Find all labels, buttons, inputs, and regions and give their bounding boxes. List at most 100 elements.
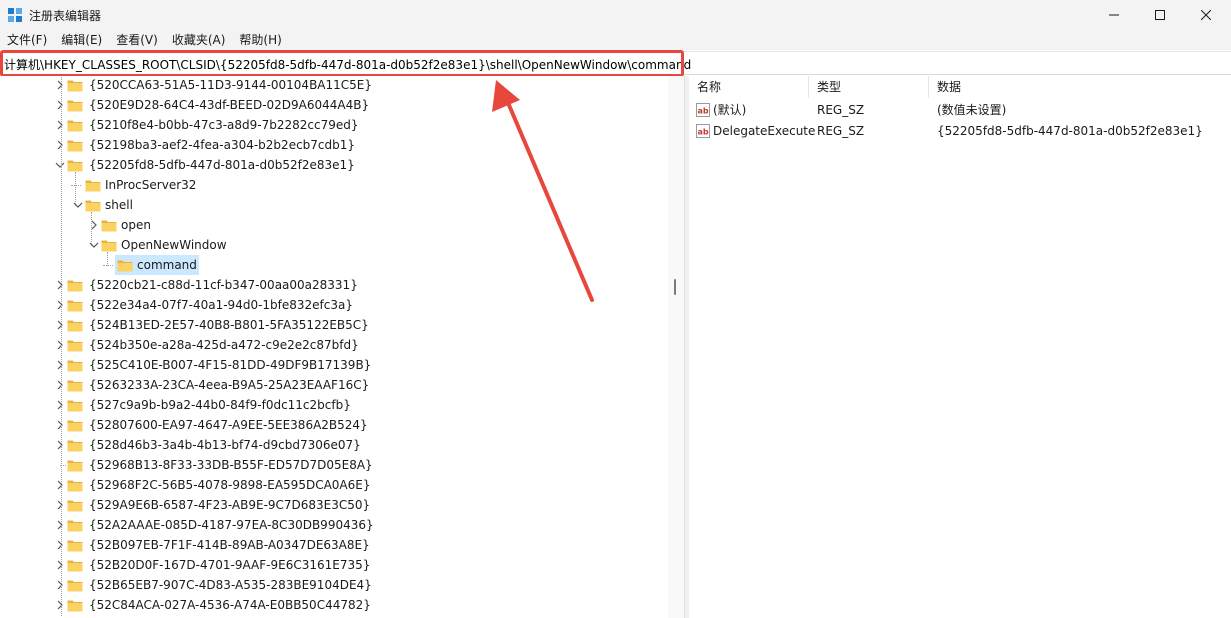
menu-file[interactable]: 文件(F) xyxy=(0,30,54,50)
menu-edit[interactable]: 编辑(E) xyxy=(54,30,109,50)
tree-connector xyxy=(91,212,92,246)
close-button[interactable] xyxy=(1183,0,1229,30)
tree-item[interactable]: {525C410E-B007-4F15-81DD-49DF9B17139B} xyxy=(0,355,668,375)
maximize-icon xyxy=(1155,10,1165,20)
tree-item-label: {529A9E6B-6587-4F23-AB9E-9C7D683E3C50} xyxy=(89,498,371,512)
chevron-right-icon[interactable] xyxy=(55,380,65,390)
value-row[interactable]: ab DelegateExecute REG_SZ {52205fd8-5dfb… xyxy=(689,121,1231,141)
tree-item[interactable]: {520CCA63-51A5-11D3-9144-00104BA11C5E} xyxy=(0,76,668,95)
tree-connector xyxy=(103,265,113,266)
folder-icon xyxy=(85,200,101,212)
chevron-right-icon[interactable] xyxy=(55,600,65,610)
column-header-name[interactable]: 名称 xyxy=(689,76,809,98)
tree-item[interactable]: {520E9D28-64C4-43df-BEED-02D9A6044A4B} xyxy=(0,95,668,115)
tree-item[interactable]: {524b350e-a28a-425d-a472-c9e2e2c87bfd} xyxy=(0,335,668,355)
chevron-right-icon[interactable] xyxy=(55,500,65,510)
tree-item[interactable]: {52807600-EA97-4647-A9EE-5EE386A2B524} xyxy=(0,415,668,435)
tree-item[interactable]: {5210f8e4-b0bb-47c3-a8d9-7b2282cc79ed} xyxy=(0,115,668,135)
tree-item[interactable]: {527c9a9b-b9a2-44b0-84f9-f0dc11c2bcfb} xyxy=(0,395,668,415)
minimize-button[interactable] xyxy=(1091,0,1137,30)
tree-item-label: {524b350e-a28a-425d-a472-c9e2e2c87bfd} xyxy=(89,338,359,352)
value-row[interactable]: ab (默认) REG_SZ (数值未设置) xyxy=(689,100,1231,120)
chevron-down-icon[interactable] xyxy=(55,160,65,170)
chevron-right-icon[interactable] xyxy=(55,320,65,330)
tree-item[interactable]: {522e34a4-07f7-40a1-94d0-1bfe832efc3a} xyxy=(0,295,668,315)
column-header-data[interactable]: 数据 xyxy=(929,76,1231,98)
folder-icon xyxy=(67,600,83,612)
tree-item[interactable]: {5220cb21-c88d-11cf-b347-00aa00a28331} xyxy=(0,275,668,295)
chevron-right-icon[interactable] xyxy=(55,520,65,530)
tree-item[interactable]: InProcServer32 xyxy=(0,175,668,195)
value-type: REG_SZ xyxy=(817,103,865,117)
ab-string-icon: ab xyxy=(696,103,710,117)
highlight-annotation-box xyxy=(0,50,684,77)
tree-item[interactable]: command xyxy=(0,255,668,275)
chevron-right-icon[interactable] xyxy=(55,140,65,150)
tree-item-label: {52968F2C-56B5-4078-9898-EA595DCA0A6E} xyxy=(89,478,371,492)
tree-item-label: {528d46b3-3a4b-4b13-bf74-d9cbd7306e07} xyxy=(89,438,361,452)
values-list-pane[interactable]: 名称 类型 数据 ab (默认) REG_SZ (数值未设置) ab Deleg… xyxy=(689,76,1231,618)
tree-item[interactable]: {52198ba3-aef2-4fea-a304-b2b2ecb7cdb1} xyxy=(0,135,668,155)
tree-item[interactable]: {5263233A-23CA-4eea-B9A5-25A23EAAF16C} xyxy=(0,375,668,395)
tree-item[interactable]: {52B20D0F-167D-4701-9AAF-9E6C3161E735} xyxy=(0,555,668,575)
menu-favorites[interactable]: 收藏夹(A) xyxy=(165,30,233,50)
tree-item-label: {527c9a9b-b9a2-44b0-84f9-f0dc11c2bcfb} xyxy=(89,398,351,412)
chevron-right-icon[interactable] xyxy=(55,580,65,590)
tree-connector xyxy=(107,252,108,266)
chevron-right-icon[interactable] xyxy=(55,560,65,570)
tree-item[interactable]: {528d46b3-3a4b-4b13-bf74-d9cbd7306e07} xyxy=(0,435,668,455)
tree-scrollbar-thumb[interactable] xyxy=(674,279,676,295)
tree-item[interactable]: {52205fd8-5dfb-447d-801a-d0b52f2e83e1} xyxy=(0,155,668,175)
tree-item[interactable]: open xyxy=(0,215,668,235)
tree-item-label: {52C84ACA-027A-4536-A74A-E0BB50C44782} xyxy=(89,598,371,612)
tree-scrollbar[interactable] xyxy=(668,76,684,618)
chevron-right-icon[interactable] xyxy=(55,360,65,370)
chevron-right-icon[interactable] xyxy=(55,540,65,550)
window-title: 注册表编辑器 xyxy=(29,9,102,23)
chevron-right-icon[interactable] xyxy=(55,420,65,430)
tree-item[interactable]: {52C84ACA-027A-4536-A74A-E0BB50C44782} xyxy=(0,595,668,615)
folder-icon xyxy=(67,320,83,332)
folder-icon xyxy=(67,280,83,292)
tree-item-label: {5220cb21-c88d-11cf-b347-00aa00a28331} xyxy=(89,278,358,292)
chevron-right-icon[interactable] xyxy=(55,400,65,410)
tree-item[interactable]: OpenNewWindow xyxy=(0,235,668,255)
key-tree-pane[interactable]: {520CCA63-51A5-11D3-9144-00104BA11C5E} {5… xyxy=(0,76,668,618)
chevron-right-icon[interactable] xyxy=(55,280,65,290)
tree-item-label: {525C410E-B007-4F15-81DD-49DF9B17139B} xyxy=(89,358,372,372)
minimize-icon xyxy=(1109,14,1119,16)
chevron-right-icon[interactable] xyxy=(55,440,65,450)
folder-icon xyxy=(67,140,83,152)
tree-item-label: {52198ba3-aef2-4fea-a304-b2b2ecb7cdb1} xyxy=(89,138,356,152)
folder-icon xyxy=(67,100,83,112)
tree-item-label: OpenNewWindow xyxy=(121,238,227,252)
folder-icon xyxy=(67,120,83,132)
folder-icon xyxy=(85,180,101,192)
folder-icon xyxy=(117,260,133,272)
tree-item-label: {52205fd8-5dfb-447d-801a-d0b52f2e83e1} xyxy=(89,158,355,172)
value-data: (数值未设置) xyxy=(937,103,1007,117)
tree-item[interactable]: {524B13ED-2E57-40B8-B801-5FA35122EB5C} xyxy=(0,315,668,335)
tree-item[interactable]: {52968F2C-56B5-4078-9898-EA595DCA0A6E} xyxy=(0,475,668,495)
folder-icon xyxy=(67,460,83,472)
tree-item-label: {522e34a4-07f7-40a1-94d0-1bfe832efc3a} xyxy=(89,298,353,312)
tree-item[interactable]: {52B097EB-7F1F-414B-89AB-A0347DE63A8E} xyxy=(0,535,668,555)
chevron-right-icon[interactable] xyxy=(55,300,65,310)
chevron-right-icon[interactable] xyxy=(55,120,65,130)
chevron-right-icon[interactable] xyxy=(55,80,65,90)
folder-icon xyxy=(67,340,83,352)
tree-item[interactable]: {52B65EB7-907C-4D83-A535-283BE9104DE4} xyxy=(0,575,668,595)
chevron-right-icon[interactable] xyxy=(55,100,65,110)
tree-item-label: {520CCA63-51A5-11D3-9144-00104BA11C5E} xyxy=(89,78,373,92)
tree-item[interactable]: {529A9E6B-6587-4F23-AB9E-9C7D683E3C50} xyxy=(0,495,668,515)
folder-icon xyxy=(67,520,83,532)
maximize-button[interactable] xyxy=(1137,0,1183,30)
menu-help[interactable]: 帮助(H) xyxy=(232,30,288,50)
chevron-right-icon[interactable] xyxy=(55,340,65,350)
tree-item[interactable]: {52968B13-8F33-33DB-B55F-ED57D7D05E8A} xyxy=(0,455,668,475)
tree-item[interactable]: {52A2AAAE-085D-4187-97EA-8C30DB990436} xyxy=(0,515,668,535)
menu-view[interactable]: 查看(V) xyxy=(109,30,165,50)
chevron-right-icon[interactable] xyxy=(55,480,65,490)
tree-item[interactable]: shell xyxy=(0,195,668,215)
column-header-type[interactable]: 类型 xyxy=(809,76,929,98)
